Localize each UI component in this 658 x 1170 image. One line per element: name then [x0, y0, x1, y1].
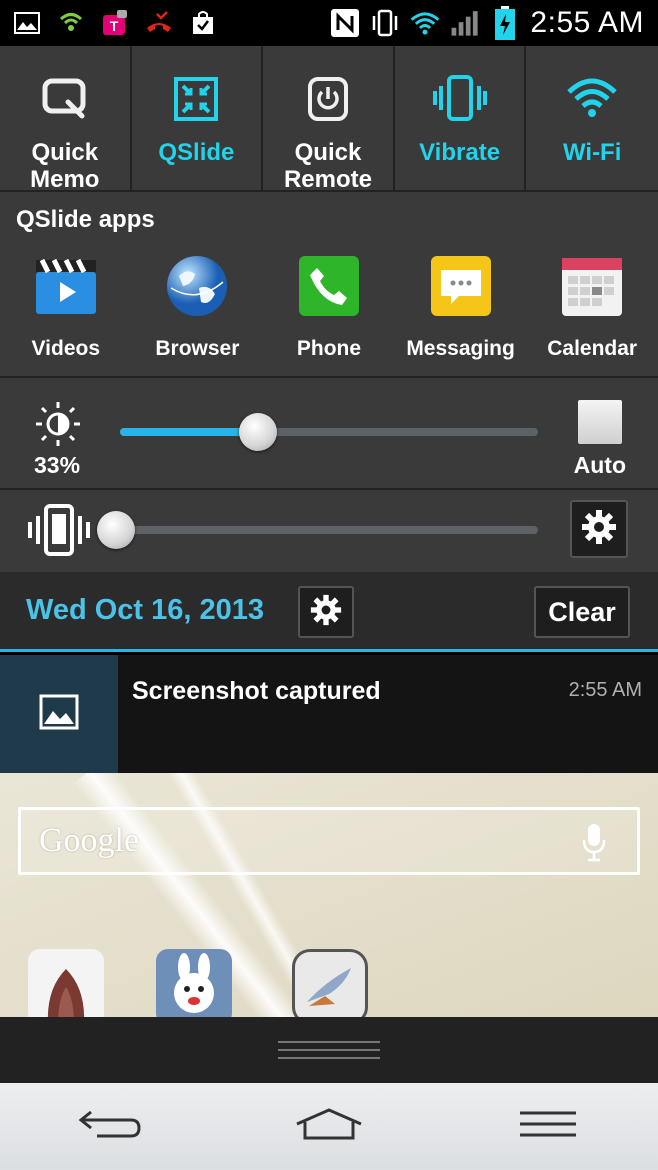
home-screen-background: Google — [0, 773, 658, 1017]
back-icon — [77, 1106, 143, 1147]
status-bar: T 2:55 AM — [0, 0, 658, 46]
qslide-title: QSlide apps — [16, 206, 155, 233]
phone-icon — [297, 254, 361, 323]
auto-brightness-checkbox[interactable] — [578, 400, 622, 444]
missed-call-icon — [144, 8, 174, 38]
volume-thumb[interactable] — [97, 511, 135, 549]
tile-quick-memo[interactable]: Quick Memo — [0, 46, 132, 193]
notification-time: 2:55 AM — [568, 679, 642, 701]
tile-label: Vibrate — [419, 139, 501, 166]
videos-icon — [34, 254, 98, 323]
brightness-icon — [34, 400, 82, 448]
google-search-bar[interactable]: Google — [18, 807, 640, 875]
notification-item[interactable]: Screenshot captured 2:55 AM — [0, 655, 658, 773]
cell-signal-icon — [450, 8, 480, 38]
signal-shield-icon — [56, 8, 86, 38]
messaging-icon — [429, 254, 493, 323]
app-label: Calendar — [547, 337, 638, 360]
volume-panel — [0, 490, 658, 572]
app-label: Messaging — [406, 337, 515, 360]
app-label: Phone — [296, 337, 362, 360]
tile-label: Wi-Fi — [562, 139, 622, 166]
antutu-bunny-app-icon[interactable] — [156, 949, 232, 1017]
tile-wifi[interactable]: Wi-Fi — [526, 46, 658, 192]
date-bar: Wed Oct 16, 2013 Clear — [0, 572, 658, 652]
settings-button[interactable] — [298, 586, 354, 638]
volume-slider[interactable] — [97, 511, 538, 549]
date-label: Wed Oct 16, 2013 — [26, 594, 265, 626]
microphone-icon[interactable] — [581, 822, 607, 864]
clear-button[interactable]: Clear — [534, 586, 630, 638]
gear-icon — [310, 594, 342, 631]
quick-settings-row: Quick Memo QSlide Quick Remote Vibrate W… — [0, 46, 658, 193]
brightness-percent: 33% — [34, 452, 81, 478]
tmobile-icon: T — [100, 8, 130, 38]
tile-vibrate[interactable]: Vibrate — [395, 46, 527, 192]
home-icon — [293, 1106, 365, 1147]
qslide-app-phone[interactable]: Phone — [263, 254, 395, 361]
wifi-icon — [410, 8, 440, 38]
qslide-app-videos[interactable]: Videos — [0, 254, 132, 361]
tile-label: QSlide — [158, 139, 235, 166]
sound-settings-button[interactable] — [570, 500, 628, 558]
tile-label: Quick Memo — [30, 139, 100, 193]
brightness-slider[interactable] — [120, 413, 538, 451]
app-label: Videos — [31, 337, 101, 360]
image-icon — [39, 694, 79, 735]
status-time: 2:55 AM — [530, 6, 644, 39]
navigation-bar — [0, 1083, 658, 1170]
nfc-icon — [330, 8, 360, 38]
home-button[interactable] — [289, 1102, 369, 1152]
qslide-icon — [169, 72, 223, 131]
brightness-fill — [120, 428, 258, 436]
bag-check-icon — [188, 8, 218, 38]
notification-icon-area — [0, 655, 118, 773]
svg-text:T: T — [110, 18, 119, 34]
battery-charging-icon — [490, 6, 520, 40]
gear-icon — [581, 509, 617, 550]
google-search-label: Google — [39, 822, 140, 859]
tile-qslide[interactable]: QSlide — [132, 46, 264, 192]
menu-icon — [518, 1109, 578, 1144]
back-button[interactable] — [70, 1102, 150, 1152]
wifi-icon — [565, 72, 619, 131]
vibrate-icon[interactable] — [26, 504, 92, 558]
calendar-icon — [560, 254, 624, 323]
app-label: Browser — [155, 337, 240, 360]
quick-memo-icon — [38, 72, 92, 131]
menu-button[interactable] — [508, 1102, 588, 1152]
brightness-thumb[interactable] — [239, 413, 277, 451]
quick-remote-icon — [301, 72, 355, 131]
qslide-app-messaging[interactable]: Messaging — [395, 254, 527, 361]
tile-quick-remote[interactable]: Quick Remote — [263, 46, 395, 193]
tile-label: Quick Remote — [283, 139, 372, 193]
antutu-benchmark-app-icon[interactable] — [28, 949, 104, 1017]
gallery-icon — [12, 8, 42, 38]
browser-icon — [165, 254, 229, 323]
vibrate-icon — [432, 72, 487, 131]
drag-handle-icon — [278, 1041, 380, 1059]
brightness-panel: 33% Auto — [0, 378, 658, 490]
winged-shoe-app-icon[interactable] — [292, 949, 368, 1017]
auto-brightness-label: Auto — [573, 452, 626, 478]
qslide-app-calendar[interactable]: Calendar — [526, 254, 658, 361]
notification-drawer-handle[interactable] — [0, 1017, 658, 1083]
notification-title: Screenshot captured — [132, 677, 381, 705]
qslide-app-browser[interactable]: Browser — [132, 254, 264, 361]
vibrate-icon — [370, 8, 400, 38]
qslide-apps-panel: QSlide apps Videos Browser Phone Messagi… — [0, 192, 658, 378]
